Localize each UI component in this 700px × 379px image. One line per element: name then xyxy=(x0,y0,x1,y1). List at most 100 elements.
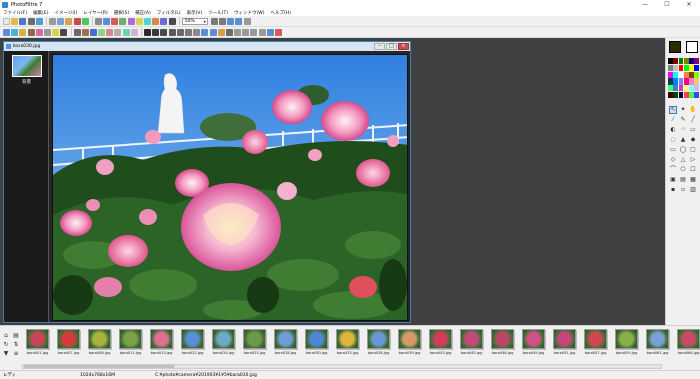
thumbnail-item[interactable]: bara039.jpg xyxy=(394,329,425,363)
both-option-icon[interactable]: ▦ xyxy=(689,176,697,184)
shadow-icon[interactable] xyxy=(160,28,168,36)
sort-icon[interactable]: ⇅ xyxy=(12,341,20,348)
menu-select[interactable]: 選択(S) xyxy=(114,10,129,16)
emboss-icon[interactable] xyxy=(122,28,130,36)
thumbnail-item[interactable]: bara033.jpg xyxy=(332,329,363,363)
sepia-icon[interactable] xyxy=(81,28,89,36)
rounded-rect-icon[interactable]: ▢ xyxy=(689,146,697,154)
print-icon[interactable] xyxy=(27,17,35,25)
negative-icon[interactable] xyxy=(89,28,97,36)
spray-icon[interactable]: ⁘ xyxy=(679,126,687,134)
hide-selection-icon[interactable] xyxy=(209,28,217,36)
thumbnail-item[interactable]: bara008.jpg xyxy=(84,329,115,363)
zoom-select[interactable]: 50% ▾ xyxy=(181,17,208,25)
zoom-in-icon[interactable] xyxy=(210,17,218,25)
polygon-icon[interactable]: ⬠ xyxy=(679,166,687,174)
thumbnail-item[interactable]: bara043.jpg xyxy=(425,329,456,363)
crop-icon[interactable] xyxy=(94,17,102,25)
pen-icon[interactable]: ✎ xyxy=(679,116,687,124)
auto-levels-icon[interactable] xyxy=(3,28,10,36)
thumbnail-item[interactable]: bara057.jpg xyxy=(580,329,611,363)
triangle-right-icon[interactable]: ▷ xyxy=(689,156,697,164)
contrast-icon[interactable] xyxy=(144,17,151,25)
rectangle-select-icon[interactable]: ▭ xyxy=(669,146,677,154)
thumbnail-item[interactable]: bara051.jpg xyxy=(549,329,580,363)
hand-icon[interactable]: ✋ xyxy=(689,106,697,114)
fit-window-icon[interactable] xyxy=(227,17,235,25)
eraser-icon[interactable]: ▭ xyxy=(689,126,697,134)
thumbnail-item[interactable]: bara007.jpg xyxy=(53,329,84,363)
thumbnail-item[interactable]: bara045.jpg xyxy=(456,329,487,363)
thumbnail-item[interactable]: bara061.jpg xyxy=(642,329,673,363)
fade-icon[interactable] xyxy=(168,28,176,36)
menu-layer[interactable]: レイヤー(R) xyxy=(83,10,108,16)
doc-maximize-button[interactable]: □ xyxy=(386,43,397,50)
redo-icon[interactable] xyxy=(81,17,89,25)
zoom-out-icon[interactable] xyxy=(218,17,226,25)
fullscreen-icon[interactable] xyxy=(243,17,251,25)
less-saturation-icon[interactable] xyxy=(43,28,51,36)
transparency-icon[interactable] xyxy=(184,28,192,36)
ellipse-select-icon[interactable]: ◯ xyxy=(679,146,687,154)
canvas-icon[interactable] xyxy=(127,17,135,25)
select-all-icon[interactable] xyxy=(201,28,209,36)
menu-tools[interactable]: ツール(T) xyxy=(208,10,228,16)
brightness-icon[interactable] xyxy=(135,17,143,25)
menu-help[interactable]: ヘルプ(H) xyxy=(270,10,290,16)
background-color-swatch[interactable] xyxy=(686,41,698,53)
noise-icon[interactable] xyxy=(114,28,122,36)
thumbnail-item[interactable]: bara022.jpg xyxy=(177,329,208,363)
blur-brush-icon[interactable]: ◌ xyxy=(669,136,677,144)
folder-icon[interactable]: ▤ xyxy=(12,332,20,339)
antialias-icon[interactable]: ▪ xyxy=(669,186,677,194)
text-icon[interactable] xyxy=(193,28,201,36)
copy-icon[interactable] xyxy=(57,17,65,25)
rotate-right-icon[interactable] xyxy=(242,28,250,36)
open-folder-icon[interactable] xyxy=(11,17,19,25)
paste-icon[interactable] xyxy=(65,17,73,25)
saturation-icon[interactable] xyxy=(152,17,160,25)
line-icon[interactable]: ╱ xyxy=(689,116,697,124)
auto-contrast-icon[interactable] xyxy=(11,28,19,36)
menu-filter[interactable]: フィルタ(L) xyxy=(157,10,181,16)
undo-icon[interactable] xyxy=(73,17,81,25)
refresh-icon[interactable]: ↻ xyxy=(2,341,10,348)
eyedropper-icon[interactable]: ⁄ xyxy=(669,116,677,124)
foreground-color-swatch[interactable] xyxy=(669,41,681,53)
flip-icon[interactable] xyxy=(119,17,127,25)
photo-canvas[interactable] xyxy=(52,54,408,321)
options-icon[interactable]: ≡ xyxy=(12,350,20,357)
grid-option-icon[interactable]: ▫ xyxy=(679,186,687,194)
folder-up-icon[interactable]: ⌂ xyxy=(2,332,10,339)
fill-option-icon[interactable]: ▣ xyxy=(669,176,677,184)
document-titlebar[interactable]: bara030.jpg – □ × xyxy=(4,42,410,51)
select-tool-icon[interactable]: ↖ xyxy=(669,106,677,114)
sharpen-icon[interactable] xyxy=(106,28,114,36)
menu-adjust[interactable]: 補正(A) xyxy=(135,10,151,16)
thumbnail-item[interactable]: bara013.jpg xyxy=(146,329,177,363)
layer-thumbnail[interactable] xyxy=(12,55,42,77)
new-icon[interactable] xyxy=(3,17,10,25)
darker-icon[interactable] xyxy=(27,28,35,36)
resize-icon[interactable] xyxy=(103,17,111,25)
thumbnail-item[interactable]: bara024.jpg xyxy=(208,329,239,363)
outline-option-icon[interactable]: ▤ xyxy=(679,176,687,184)
blur-icon[interactable] xyxy=(98,28,106,36)
effect-brush-icon[interactable]: ◆ xyxy=(689,136,697,144)
fill-icon[interactable] xyxy=(217,28,225,36)
thumbnail-item[interactable]: bara049.jpg xyxy=(518,329,549,363)
menu-edit[interactable]: 編集(E) xyxy=(33,10,48,16)
screen-icon[interactable] xyxy=(266,28,274,36)
border-icon[interactable] xyxy=(176,28,184,36)
frame-icon[interactable] xyxy=(152,28,160,36)
actual-size-icon[interactable] xyxy=(235,17,243,25)
cut-icon[interactable] xyxy=(48,17,56,25)
menu-view[interactable]: 表示(V) xyxy=(187,10,203,16)
maximize-button[interactable]: ☐ xyxy=(656,0,678,9)
thumbnail-item[interactable]: bara011.jpg xyxy=(115,329,146,363)
flip-vertical-icon[interactable] xyxy=(258,28,266,36)
doc-close-button[interactable]: × xyxy=(398,43,409,50)
gamma-plus-icon[interactable] xyxy=(52,28,60,36)
expand-option-icon[interactable]: ▥ xyxy=(689,186,697,194)
gamma-minus-icon[interactable] xyxy=(60,28,68,36)
